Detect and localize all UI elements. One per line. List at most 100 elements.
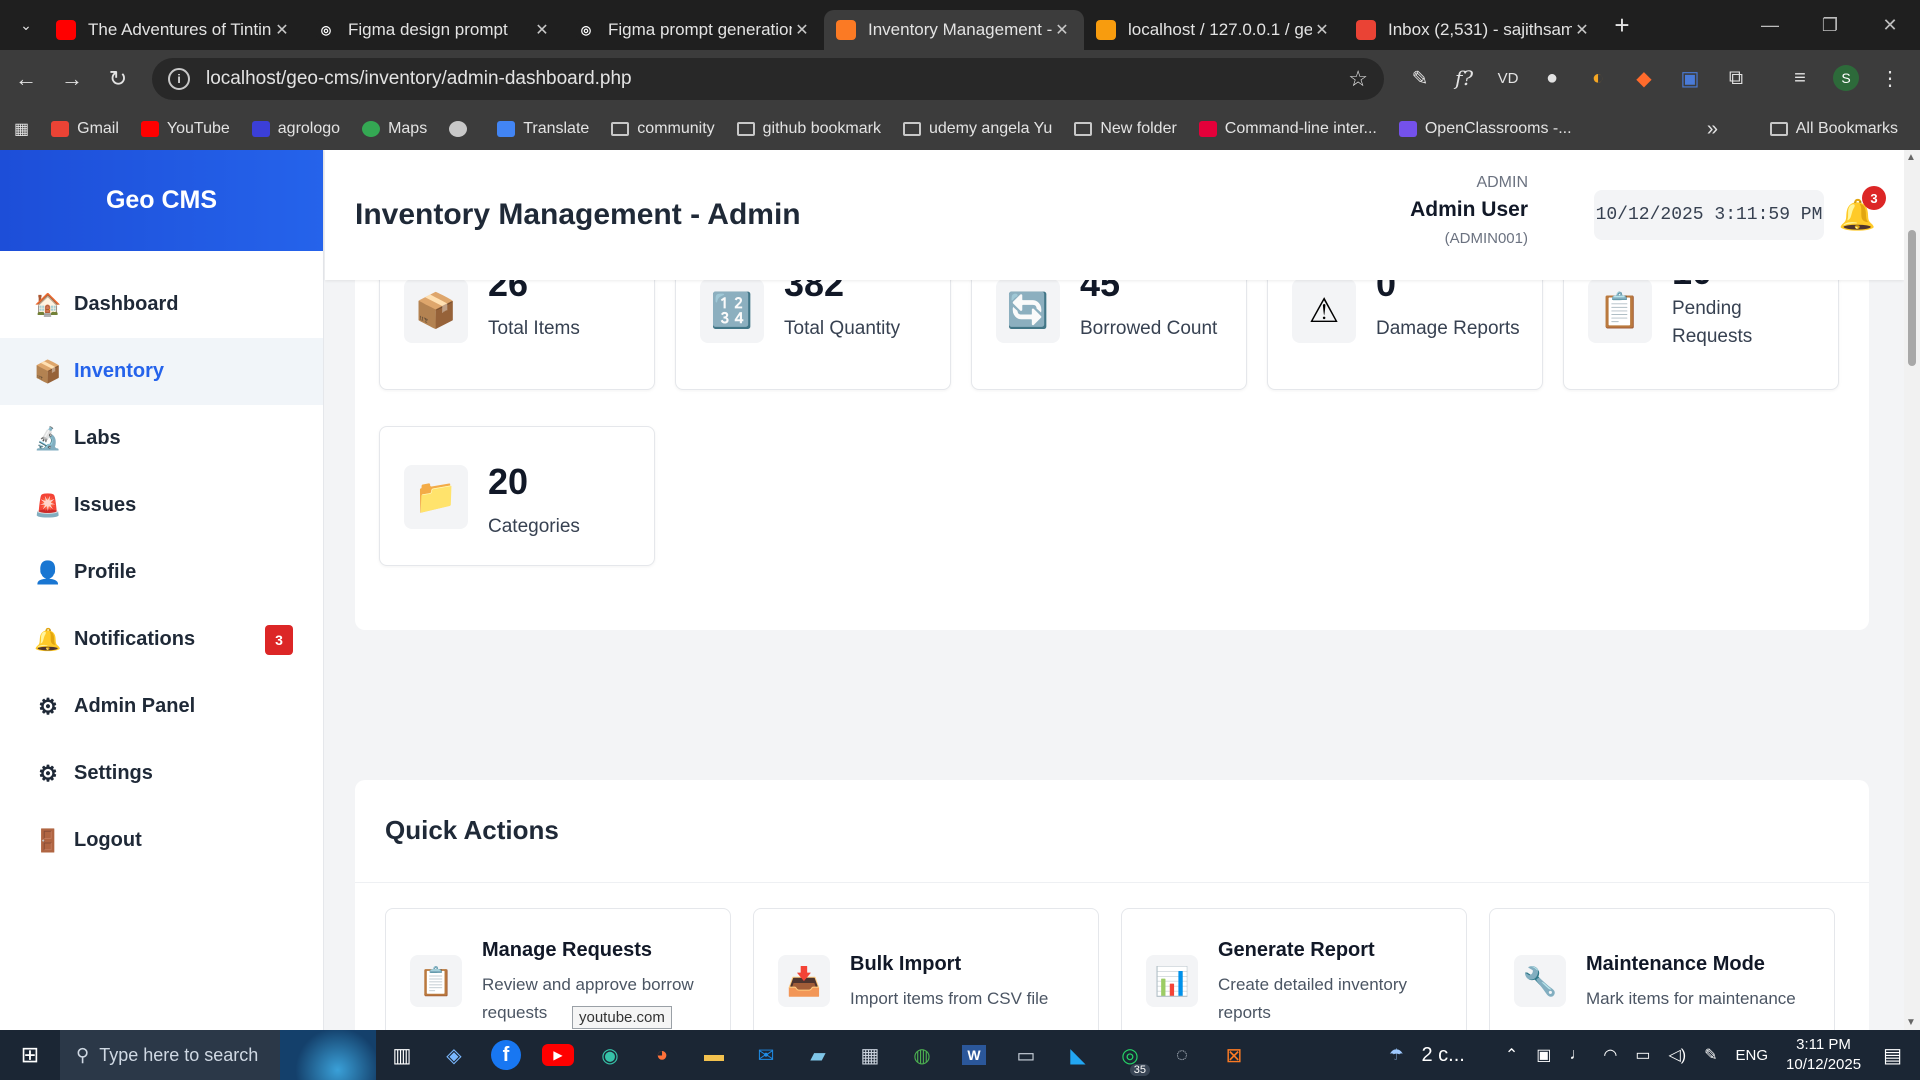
brand-logo[interactable]: Geo CMS: [0, 150, 323, 251]
bookmark-udemy-angela-yu[interactable]: udemy angela Yu: [902, 120, 1052, 138]
site-info-icon[interactable]: i: [168, 68, 190, 90]
page-scrollbar[interactable]: ▲ ▼: [1904, 150, 1920, 1030]
quick-action-manage-requests[interactable]: 📋 Manage Requests Review and approve borro…: [385, 908, 731, 1030]
minimize-icon[interactable]: —: [1740, 0, 1800, 50]
edge-icon[interactable]: ◉: [584, 1030, 636, 1080]
all-bookmarks-button[interactable]: All Bookmarks: [1769, 120, 1898, 138]
close-tab-icon[interactable]: ✕: [272, 20, 292, 40]
weather-icon[interactable]: ☂: [1389, 1045, 1403, 1065]
bookmark-maps[interactable]: Maps: [362, 120, 427, 138]
windows-start-icon[interactable]: ⊞: [0, 1030, 60, 1080]
browser-tab[interactable]: Inbox (2,531) - sajithsamp ✕: [1344, 10, 1604, 50]
cookie-extension-icon[interactable]: ●: [1532, 58, 1572, 98]
firefox-icon[interactable]: ◕: [636, 1030, 688, 1080]
forward-icon[interactable]: →: [52, 59, 92, 99]
bookmark-label: OpenClassrooms -...: [1424, 120, 1572, 137]
battery-icon[interactable]: ▭: [1635, 1045, 1650, 1065]
notes-app-icon[interactable]: ▰: [792, 1030, 844, 1080]
word-icon[interactable]: W: [948, 1030, 1000, 1080]
weather-text[interactable]: 2 c...: [1421, 1044, 1464, 1067]
bookmarks-overflow-button[interactable]: »: [1707, 118, 1718, 141]
bookmark-command-line-inter[interactable]: Command-line inter...: [1198, 120, 1377, 138]
vd-extension-icon[interactable]: VD: [1488, 58, 1528, 98]
chrome-icon[interactable]: ◍: [896, 1030, 948, 1080]
sidebar-item-inventory[interactable]: 📦 Inventory: [0, 338, 323, 405]
bookmark-gmail[interactable]: Gmail: [51, 120, 119, 138]
restore-icon[interactable]: ❐: [1800, 0, 1860, 50]
eyedropper-extension-icon[interactable]: ✎: [1400, 58, 1440, 98]
sidebar-item-issues[interactable]: 🚨 Issues: [0, 472, 323, 539]
close-tab-icon[interactable]: ✕: [1572, 20, 1592, 40]
microphone-icon[interactable]: ♩: [1569, 1046, 1585, 1064]
sidebar-item-logout[interactable]: 🚪 Logout: [0, 807, 323, 874]
media-controls-icon[interactable]: ≡: [1780, 58, 1820, 98]
sidebar-item-dashboard[interactable]: 🏠 Dashboard: [0, 271, 323, 338]
terminal-icon[interactable]: ▭: [1000, 1030, 1052, 1080]
vscode-icon[interactable]: ◣: [1052, 1030, 1104, 1080]
bookmark-star-icon[interactable]: ☆: [1348, 66, 1368, 92]
bookmark-translate[interactable]: Translate: [497, 120, 589, 138]
font-extension-icon[interactable]: f?: [1444, 58, 1484, 98]
scroll-up-icon[interactable]: ▲: [1906, 152, 1916, 163]
browser-menu-icon[interactable]: ⋮: [1870, 58, 1910, 98]
pen-tray-icon[interactable]: ✎: [1704, 1045, 1717, 1065]
profile-avatar[interactable]: S: [1826, 58, 1866, 98]
bookmark-github-bookmark[interactable]: github bookmark: [736, 120, 881, 138]
close-tab-icon[interactable]: ✕: [1052, 20, 1072, 40]
sidebar-item-settings[interactable]: ⚙ Settings: [0, 740, 323, 807]
browser-tab[interactable]: ◎ Figma prompt generation ✕: [564, 10, 824, 50]
sidebar-item-admin-panel[interactable]: ⚙ Admin Panel: [0, 673, 323, 740]
browser-tab[interactable]: Inventory Management - A ✕: [824, 10, 1084, 50]
address-bar[interactable]: i localhost/geo-cms/inventory/admin-dash…: [152, 58, 1384, 100]
wifi-icon[interactable]: ◠: [1603, 1045, 1617, 1065]
taskbar-time: 3:11 PM: [1796, 1036, 1851, 1053]
browser-tab[interactable]: localhost / 127.0.0.1 / geo ✕: [1084, 10, 1344, 50]
obs-icon[interactable]: ◌: [1156, 1030, 1208, 1080]
outlook-icon[interactable]: ✉: [740, 1030, 792, 1080]
moon-extension-icon[interactable]: ◐: [1578, 58, 1618, 98]
copilot-icon[interactable]: ◈: [428, 1030, 480, 1080]
browser-tab[interactable]: ◎ Figma design prompt ✕: [304, 10, 564, 50]
reload-icon[interactable]: ↻: [98, 59, 138, 99]
new-tab-button[interactable]: +: [1604, 10, 1640, 41]
quick-action-maintenance-mode[interactable]: 🔧 Maintenance Mode Mark items for maintena…: [1489, 908, 1835, 1030]
tab-search-icon[interactable]: ⌄: [8, 7, 44, 43]
close-tab-icon[interactable]: ✕: [532, 20, 552, 40]
scroll-down-icon[interactable]: ▼: [1906, 1017, 1916, 1028]
close-tab-icon[interactable]: ✕: [1312, 20, 1332, 40]
notification-center-icon[interactable]: ▤: [1883, 1043, 1902, 1068]
extensions-puzzle-icon[interactable]: ⧉: [1716, 58, 1756, 98]
calculator-icon[interactable]: ▦: [844, 1030, 896, 1080]
bookmark-agrologo[interactable]: agrologo: [251, 120, 340, 138]
bookmark-openclassrooms[interactable]: OpenClassrooms -...: [1398, 120, 1572, 138]
tray-device-icon[interactable]: ▣: [1536, 1045, 1551, 1065]
facebook-icon[interactable]: f: [480, 1030, 532, 1080]
bookmark-youtube[interactable]: YouTube: [140, 120, 230, 138]
tray-chevron-icon[interactable]: ⌃: [1505, 1045, 1518, 1065]
back-icon[interactable]: ←: [6, 59, 46, 99]
volume-icon[interactable]: ◁): [1668, 1045, 1686, 1065]
quick-action-bulk-import[interactable]: 📥 Bulk Import Import items from CSV file: [753, 908, 1099, 1030]
scroll-thumb[interactable]: [1908, 230, 1916, 366]
bookmark-globe[interactable]: [449, 120, 475, 138]
sidebar-item-profile[interactable]: 👤 Profile: [0, 539, 323, 606]
translate-extension-icon[interactable]: ▣: [1670, 58, 1710, 98]
file-explorer-icon[interactable]: ▬: [688, 1030, 740, 1080]
taskbar-search[interactable]: ⚲ Type here to search: [60, 1030, 280, 1080]
taskbar-clock[interactable]: 3:11 PM 10/12/2025: [1786, 1035, 1861, 1075]
task-view-icon[interactable]: ▥: [376, 1030, 428, 1080]
language-indicator[interactable]: ENG: [1736, 1047, 1769, 1064]
bookmark-new-folder[interactable]: New folder: [1074, 120, 1177, 138]
whatsapp-icon[interactable]: ◎ 35: [1104, 1030, 1156, 1080]
apps-grid-icon[interactable]: ▦: [14, 119, 29, 139]
xampp-icon[interactable]: ⊠: [1208, 1030, 1260, 1080]
bookmark-community[interactable]: community: [611, 120, 715, 138]
close-window-icon[interactable]: ✕: [1860, 0, 1920, 50]
quick-action-generate-report[interactable]: 📊 Generate Report Create detailed inventor…: [1121, 908, 1467, 1030]
close-tab-icon[interactable]: ✕: [792, 20, 812, 40]
sidebar-item-labs[interactable]: 🔬 Labs: [0, 405, 323, 472]
browser-tab[interactable]: The Adventures of Tintin (1 ✕: [44, 10, 304, 50]
youtube-taskbar-icon[interactable]: ▶: [532, 1030, 584, 1080]
fox-extension-icon[interactable]: ◆: [1624, 58, 1664, 98]
sidebar-item-notifications[interactable]: 🔔 Notifications 3: [0, 606, 323, 673]
